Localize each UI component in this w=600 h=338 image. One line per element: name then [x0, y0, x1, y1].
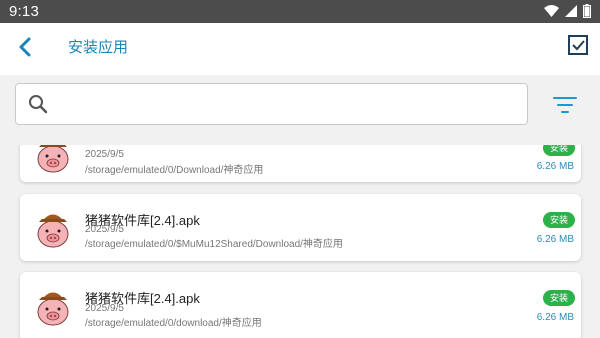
list-item[interactable]: 2025/9/5 /storage/emulated/0/Download/神奇…	[20, 145, 581, 182]
file-size: 6.26 MB	[536, 161, 574, 172]
content-area: 2025/9/5 /storage/emulated/0/Download/神奇…	[0, 75, 600, 338]
list-item[interactable]: 猪猪软件库[2.4].apk 2025/9/5 /storage/emulate…	[20, 194, 581, 261]
filter-button[interactable]	[553, 95, 577, 115]
file-path: /storage/emulated/0/download/神奇应用	[85, 318, 262, 329]
search-icon	[29, 95, 48, 114]
status-bar: 9:13	[0, 0, 600, 23]
select-all-button[interactable]	[567, 34, 589, 56]
pig-avatar-icon	[37, 214, 69, 248]
file-date: 2025/9/5	[85, 303, 124, 314]
file-path: /storage/emulated/0/Download/神奇应用	[85, 165, 264, 176]
app-bar: 安装应用	[0, 23, 600, 75]
list-item[interactable]: 猪猪软件库[2.4].apk 2025/9/5 /storage/emulate…	[20, 272, 581, 338]
file-list: 2025/9/5 /storage/emulated/0/Download/神奇…	[0, 145, 600, 338]
wifi-icon	[544, 5, 559, 17]
checkbox-checked-icon	[568, 35, 588, 55]
page-title: 安装应用	[68, 39, 129, 56]
status-time: 9:13	[9, 3, 39, 20]
search-input[interactable]	[60, 90, 519, 120]
file-path: /storage/emulated/0/$MuMu12Shared/Downlo…	[85, 239, 343, 250]
install-button[interactable]: 安装	[543, 145, 575, 156]
battery-icon	[583, 4, 591, 18]
signal-icon	[565, 5, 577, 17]
file-size: 6.26 MB	[536, 312, 574, 323]
search-box[interactable]	[15, 83, 528, 125]
install-button[interactable]: 安装	[543, 212, 575, 228]
chevron-left-icon	[19, 37, 31, 57]
filter-icon	[553, 97, 577, 113]
file-size: 6.26 MB	[536, 234, 574, 245]
file-date: 2025/9/5	[85, 149, 124, 160]
pig-avatar-icon	[37, 145, 69, 173]
status-icons	[544, 4, 591, 18]
install-button[interactable]: 安装	[543, 290, 575, 306]
file-date: 2025/9/5	[85, 224, 124, 235]
back-button[interactable]	[14, 35, 38, 59]
pig-avatar-icon	[37, 292, 69, 326]
